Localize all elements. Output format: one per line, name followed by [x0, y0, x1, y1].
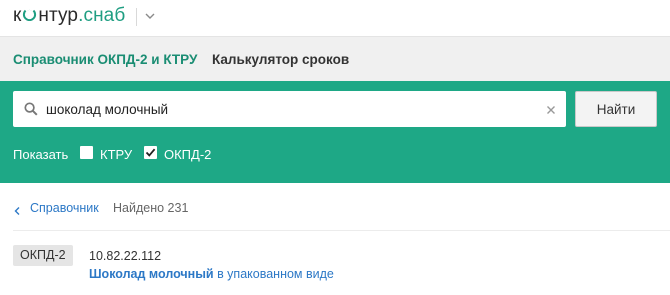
okpd-checkbox-label[interactable]: ОКПД-2: [164, 147, 211, 162]
classifier-badge: ОКПД-2: [13, 245, 73, 266]
found-count: Найдено 231: [113, 201, 189, 215]
logo[interactable]: к нтур.снаб: [13, 5, 125, 27]
top-bar: к нтур.снаб: [0, 0, 670, 36]
logo-text-after: нтур: [38, 5, 79, 26]
logo-divider: [136, 8, 137, 26]
breadcrumb-back-link[interactable]: Справочник: [30, 201, 99, 215]
result-code: 10.82.22.112: [89, 249, 162, 263]
close-icon[interactable]: [545, 103, 557, 115]
chevron-left-icon[interactable]: [13, 203, 21, 215]
nav-item-calculator[interactable]: Калькулятор сроков: [212, 52, 349, 67]
main-nav: Справочник ОКПД-2 и КТРУ Калькулятор сро…: [0, 36, 670, 81]
show-label: Показать: [13, 147, 69, 162]
okpd-checkbox[interactable]: [144, 146, 157, 159]
logo-suffix: .снаб: [78, 5, 126, 26]
nav-item-reference[interactable]: Справочник ОКПД-2 и КТРУ: [13, 52, 197, 67]
result-title-rest: в упакованном виде: [213, 267, 334, 281]
search-box: [13, 91, 566, 127]
search-input[interactable]: [46, 91, 536, 127]
result-title-match: Шоколад молочный: [89, 267, 214, 281]
search-icon: [24, 102, 38, 116]
chevron-down-icon[interactable]: [143, 9, 157, 23]
ktru-checkbox[interactable]: [80, 146, 93, 159]
search-button[interactable]: Найти: [575, 91, 657, 127]
result-title-link[interactable]: Шоколад молочный в упакованном виде: [89, 267, 334, 281]
search-panel: Найти Показать КТРУ ОКПД-2: [0, 81, 670, 183]
divider: [13, 230, 670, 231]
check-icon: [145, 148, 156, 157]
logo-cloud-icon: [22, 5, 37, 22]
ktru-checkbox-label[interactable]: КТРУ: [100, 147, 132, 162]
logo-text-before: к: [13, 5, 22, 26]
